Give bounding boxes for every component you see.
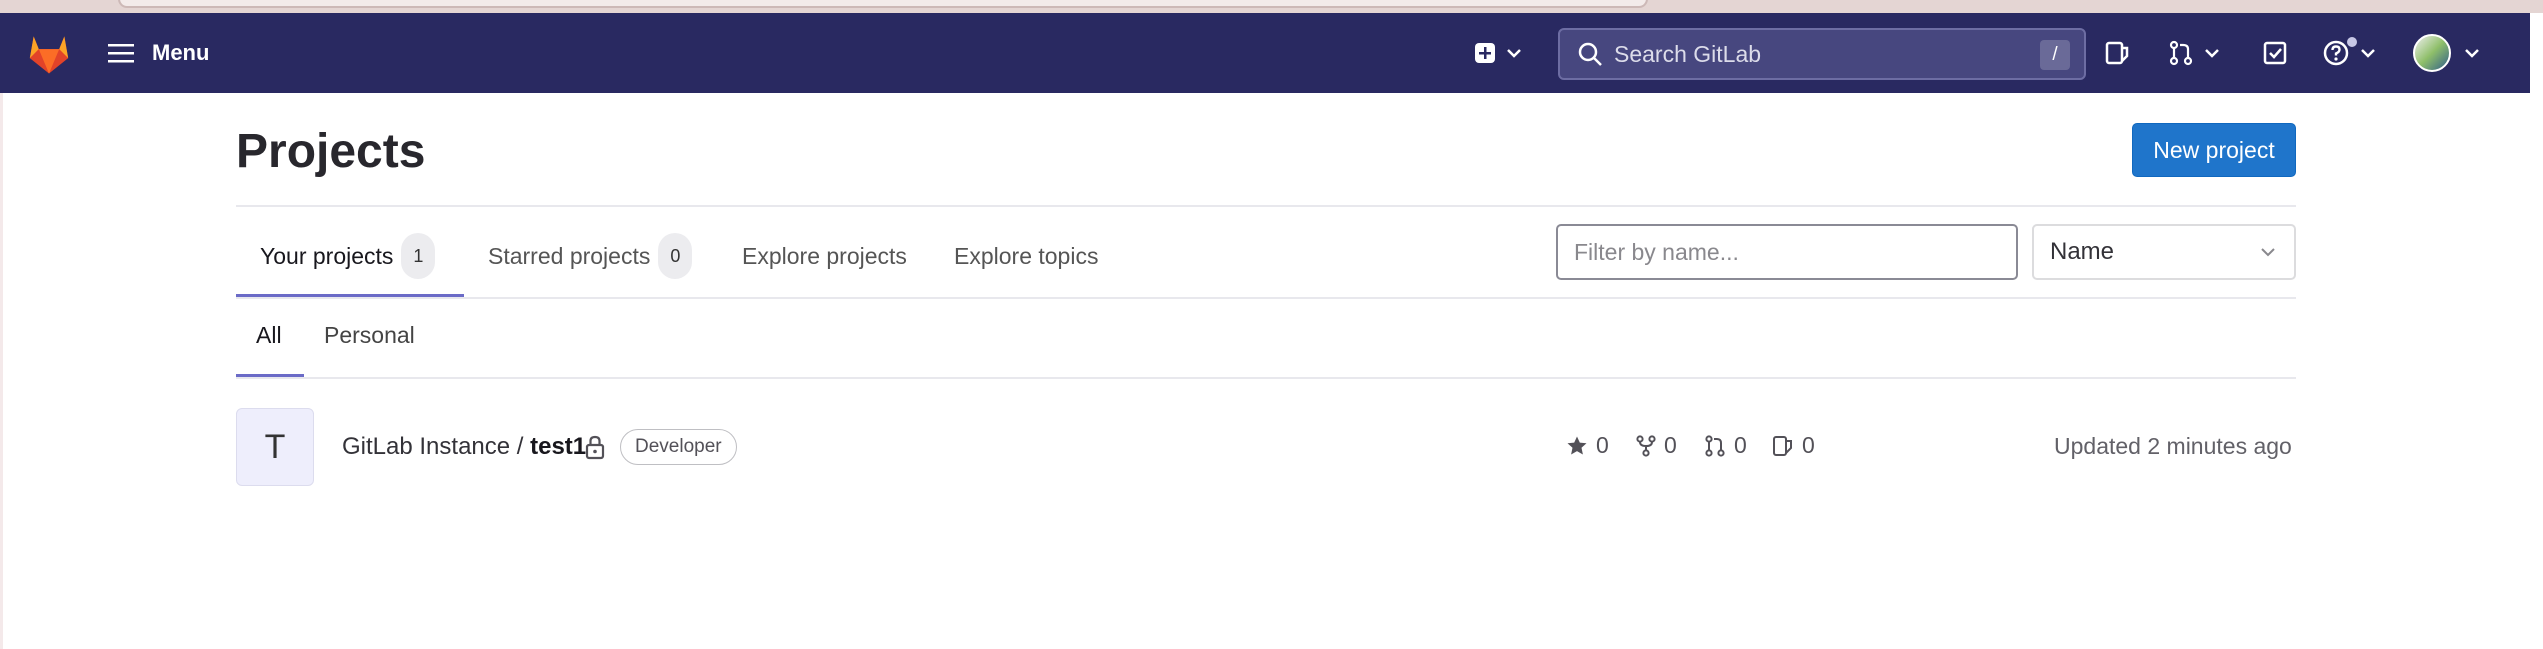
forks-value: 0 xyxy=(1664,432,1677,458)
search-input[interactable]: Search GitLab / xyxy=(1558,28,2086,80)
hamburger-icon xyxy=(108,44,134,63)
tab-label: Explore topics xyxy=(954,242,1099,269)
sort-dropdown[interactable]: Name xyxy=(2032,224,2296,280)
chevron-down-icon xyxy=(1507,49,1521,58)
user-menu-chevron[interactable] xyxy=(2464,35,2480,71)
page-edge xyxy=(0,93,3,649)
project-namespace: GitLab Instance / xyxy=(342,433,531,460)
top-navbar: Menu Search GitLab / xyxy=(0,13,2530,93)
help-notification-dot-icon xyxy=(2345,35,2359,49)
merge-requests-value: 0 xyxy=(1734,432,1747,458)
fork-icon xyxy=(1636,434,1656,457)
tab-count-badge: 1 xyxy=(401,233,436,279)
merge-requests-dropdown[interactable] xyxy=(2168,35,2220,71)
menu-label: Menu xyxy=(152,40,210,65)
tab-count-badge: 0 xyxy=(658,233,693,279)
role-badge: Developer xyxy=(620,429,737,465)
divider xyxy=(236,205,2296,207)
search-shortcut-hint: / xyxy=(2040,40,2070,70)
new-project-button[interactable]: New project xyxy=(2132,123,2296,177)
project-avatar[interactable]: T xyxy=(236,408,314,486)
browser-chrome xyxy=(0,0,2543,13)
chevron-down-icon xyxy=(2361,49,2375,58)
stars-value: 0 xyxy=(1596,432,1609,458)
divider xyxy=(236,377,2296,379)
forks-count[interactable]: 0 xyxy=(1636,432,1677,459)
menu-button[interactable]: Menu xyxy=(106,37,209,69)
divider xyxy=(236,297,2296,299)
plus-square-icon xyxy=(1475,43,1495,63)
chevron-down-icon xyxy=(2205,49,2219,58)
merge-request-icon xyxy=(2169,40,2193,66)
merge-request-icon xyxy=(1705,434,1725,457)
tab-label: Explore projects xyxy=(742,242,907,269)
gitlab-logo-icon[interactable] xyxy=(26,31,72,75)
subtab-personal[interactable]: Personal xyxy=(324,322,415,349)
todo-checkbox-icon xyxy=(2263,41,2287,65)
create-new-dropdown[interactable] xyxy=(1474,35,1522,71)
sort-selected-value: Name xyxy=(2050,238,2115,265)
filter-by-name-input[interactable]: Filter by name... xyxy=(1556,224,2018,280)
merge-requests-count[interactable]: 0 xyxy=(1704,432,1747,459)
tab-starred-projects[interactable]: Starred projects 0 xyxy=(488,226,693,286)
page-title: Projects xyxy=(236,125,426,178)
issues-icon xyxy=(1773,435,1792,456)
tab-label: Starred projects xyxy=(488,242,651,269)
todos-button[interactable] xyxy=(2262,35,2288,71)
subtab-all[interactable]: All xyxy=(256,322,282,349)
project-link[interactable]: GitLab Instance / test1 xyxy=(342,433,586,461)
browser-address-bar xyxy=(118,0,1648,8)
tab-your-projects[interactable]: Your projects 1 xyxy=(260,226,436,286)
tab-explore-projects[interactable]: Explore projects xyxy=(742,226,907,286)
issues-button[interactable] xyxy=(2104,35,2130,71)
user-avatar[interactable] xyxy=(2413,34,2451,72)
updated-timestamp: Updated 2 minutes ago xyxy=(2054,433,2292,459)
lock-icon xyxy=(585,435,605,460)
issues-value: 0 xyxy=(1802,432,1815,458)
star-icon xyxy=(1567,436,1587,454)
chevron-down-icon xyxy=(2261,248,2275,257)
project-name: test1 xyxy=(530,433,587,460)
search-placeholder: Search GitLab xyxy=(1614,40,1762,67)
search-icon xyxy=(1578,42,1602,66)
chevron-down-icon xyxy=(2465,49,2479,58)
issues-count[interactable]: 0 xyxy=(1772,432,1815,459)
tab-explore-topics[interactable]: Explore topics xyxy=(954,226,1098,286)
tab-label: Your projects xyxy=(260,242,394,269)
stars-count[interactable]: 0 xyxy=(1566,432,1609,459)
issues-icon xyxy=(2105,41,2129,65)
